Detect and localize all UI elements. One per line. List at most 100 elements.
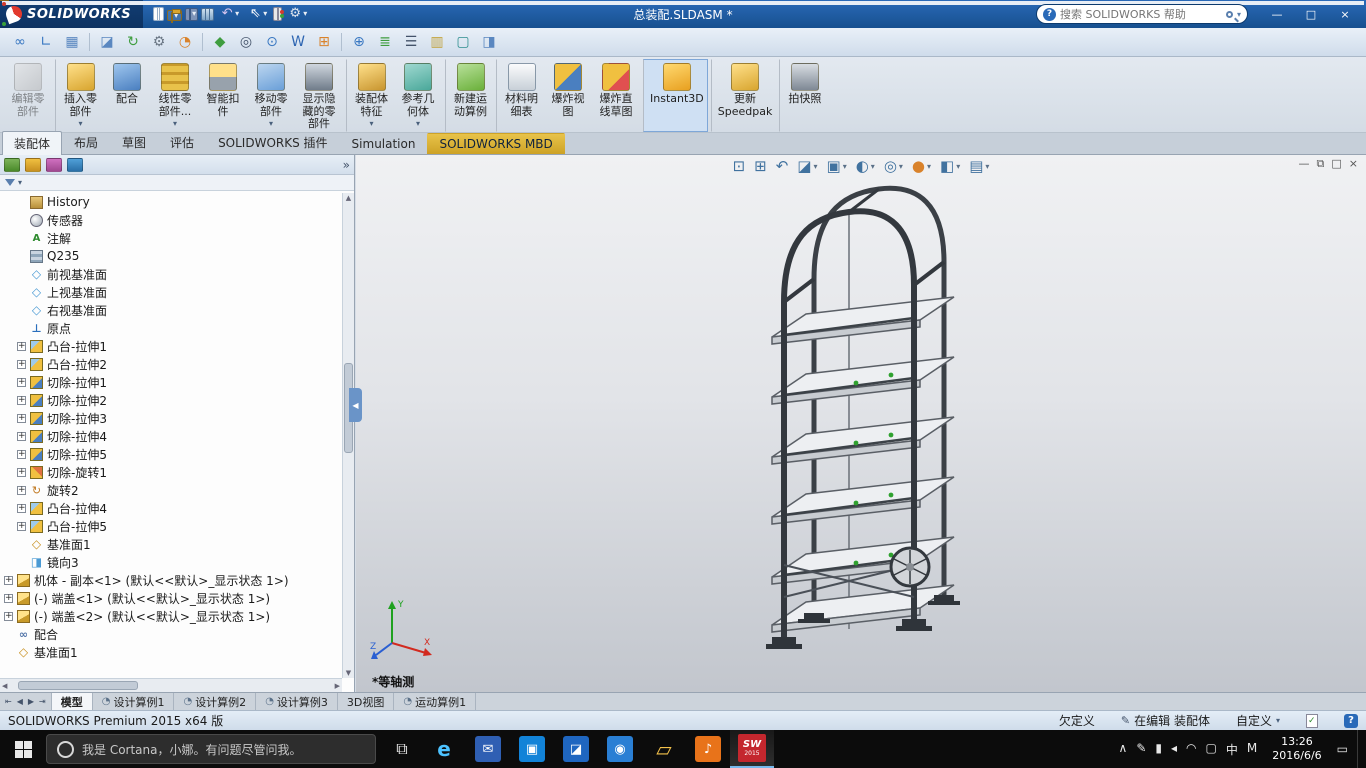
tree-item[interactable]: + 凸台-拉伸5 — [0, 517, 342, 535]
tree-item[interactable]: + 切除-拉伸1 — [0, 373, 342, 391]
taskbar-solidworks-button[interactable]: SW 2015 — [730, 730, 774, 768]
pen-input-icon[interactable]: ✎ — [1136, 741, 1146, 758]
tree-item[interactable]: + 注解 — [0, 229, 342, 247]
mass-properties-icon[interactable]: ▦ — [60, 30, 90, 54]
appearance-icon[interactable]: ◔ — [173, 30, 203, 54]
displaymanager-tab-icon[interactable] — [67, 157, 83, 172]
ribbon-button[interactable]: 线性零 部件... ▾ — [151, 59, 199, 132]
expand-box[interactable]: + — [17, 341, 26, 351]
save-icon[interactable]: ▾ — [185, 7, 199, 21]
scrollbar-thumb[interactable] — [18, 681, 138, 690]
commandmanager-tab[interactable]: 草图 — [110, 130, 158, 154]
scroll-left-icon[interactable]: ◀ — [2, 682, 7, 690]
ribbon-button[interactable]: 显示隐 藏的零 部件 ▾ — [295, 59, 343, 132]
options-icon[interactable]: ⚙ ▾ — [285, 5, 310, 23]
minimize-button[interactable]: — — [1260, 3, 1294, 25]
browser-icon[interactable]: ◉ — [598, 730, 642, 768]
chevron-down-icon[interactable]: ▾ — [1237, 10, 1241, 19]
ribbon-button[interactable]: 参考几 何体 ▾ — [394, 59, 442, 132]
help-search-box[interactable]: ? ▾ — [1036, 4, 1248, 24]
commandmanager-tab[interactable]: SOLIDWORKS MBD — [427, 133, 565, 154]
verification-icon[interactable]: ◆ — [208, 30, 232, 54]
mate-reference-icon[interactable]: ∞ — [8, 30, 32, 54]
task-pane-icon[interactable]: ◨ — [477, 30, 501, 54]
motion-icon[interactable]: ↻ — [121, 30, 145, 54]
tree-vertical-scrollbar[interactable]: ▲ ▼ — [342, 193, 354, 678]
document-tab[interactable]: ◔ 设计算例2 — [174, 693, 257, 710]
new-document-icon[interactable]: ▾ — [153, 7, 165, 21]
ribbon-button[interactable]: Instant3D ▾ — [643, 59, 708, 132]
document-list-icon[interactable]: ≣ — [373, 30, 397, 54]
tray-expand-icon[interactable]: ∧ — [1119, 741, 1128, 758]
taskbar-clock[interactable]: 13:26 2016/6/6 — [1266, 735, 1327, 763]
tree-item[interactable]: + 凸台-拉伸1 — [0, 337, 342, 355]
battery-icon[interactable]: ▮ — [1155, 741, 1162, 758]
document-tab[interactable]: ◔ 模型 — [51, 693, 93, 710]
expand-box[interactable]: + — [17, 431, 26, 441]
tree-item[interactable]: + 右视基准面 — [0, 301, 342, 319]
status-help-icon[interactable]: ? — [1344, 713, 1358, 728]
scroll-up-icon[interactable]: ▲ — [346, 194, 351, 202]
tree-item[interactable]: + 前视基准面 — [0, 265, 342, 283]
tree-item[interactable]: + 切除-拉伸3 — [0, 409, 342, 427]
close-button[interactable]: × — [1328, 3, 1362, 25]
maximize-button[interactable]: □ — [1294, 3, 1328, 25]
expand-box[interactable]: + — [17, 485, 26, 495]
magnifier-icon[interactable]: ⊙ — [260, 30, 284, 54]
filter-funnel-icon[interactable] — [5, 179, 15, 186]
prev-tab-button[interactable]: ◀ — [15, 697, 25, 706]
document-tab[interactable]: ◔ 3D视图 — [338, 693, 395, 710]
print-small-icon[interactable]: ☰ — [399, 30, 423, 54]
tree-item[interactable]: + 镜向3 — [0, 553, 342, 571]
tree-item[interactable]: + 切除-拉伸5 — [0, 445, 342, 463]
commandmanager-tab[interactable]: 装配体 — [2, 131, 63, 155]
expand-box[interactable]: + — [17, 449, 26, 459]
commandmanager-tab[interactable]: 评估 — [158, 130, 206, 154]
commandmanager-tab[interactable]: 布局 — [62, 130, 110, 154]
ribbon-button[interactable]: 智能扣 件 ▾ — [199, 59, 247, 132]
tree-item[interactable]: + (-) 端盖<2> (默认<<默认>_显示状态 1>) — [0, 607, 342, 625]
screen-icon[interactable]: ▢ — [451, 30, 475, 54]
tree-item[interactable]: + 传感器 — [0, 211, 342, 229]
cortana-search-box[interactable]: 我是 Cortana，小娜。有问题尽管问我。 — [46, 734, 376, 764]
viewport-minimize-icon[interactable]: — — [1299, 157, 1310, 171]
show-desktop-button[interactable] — [1357, 730, 1362, 768]
tree-item[interactable]: + 凸台-拉伸4 — [0, 499, 342, 517]
ime-mode-indicator[interactable]: M — [1247, 741, 1257, 758]
panel-expand-button[interactable]: » — [343, 158, 350, 172]
document-tab[interactable]: ◔ 设计算例1 — [93, 693, 175, 710]
expand-box[interactable]: + — [17, 395, 26, 405]
ribbon-button[interactable]: 爆炸视 图 ▾ — [544, 59, 592, 132]
commandmanager-tab[interactable]: Simulation — [340, 133, 428, 154]
ribbon-button[interactable]: 编辑零 部件 ▾ — [4, 59, 52, 132]
tree-item[interactable]: + 凸台-拉伸2 — [0, 355, 342, 373]
section-properties-icon[interactable]: ◪ — [95, 30, 119, 54]
ribbon-button[interactable]: 配合 ▾ — [103, 59, 151, 132]
start-button[interactable] — [0, 730, 46, 768]
tree-item[interactable]: + History — [0, 193, 342, 211]
rebuild-icon[interactable]: ▾ — [273, 7, 285, 21]
network-icon[interactable]: ◠ — [1186, 741, 1196, 758]
display-icon[interactable]: ▢ — [1206, 741, 1217, 758]
ribbon-button[interactable]: 更新 Speedpak ▾ — [710, 59, 777, 132]
graphics-area[interactable]: ⊡ ▾ ⊞ ▾ ↶ ▾ ◪ ▾ — [356, 155, 1366, 692]
visibility-eye-icon[interactable]: ◎ — [234, 30, 258, 54]
expand-box[interactable]: + — [17, 467, 26, 477]
viewport-restore-icon[interactable]: ⧉ — [1317, 157, 1325, 171]
open-document-icon[interactable]: ▾ — [167, 8, 183, 23]
grid-icon[interactable]: ⊞ — [312, 30, 342, 54]
task-view-button[interactable]: ⧉ — [382, 730, 422, 768]
tree-item[interactable]: + 基准面1 — [0, 643, 342, 661]
chart-icon[interactable]: ▥ — [425, 30, 449, 54]
expand-box[interactable]: + — [4, 575, 13, 585]
tree-item[interactable]: + 切除-旋转1 — [0, 463, 342, 481]
options-gear-icon[interactable]: ⚙ — [147, 30, 171, 54]
tree-item[interactable]: + 机体 - 副本<1> (默认<<默认>_显示状态 1>) — [0, 571, 342, 589]
document-tab[interactable]: ◔ 运动算例1 — [394, 693, 477, 710]
select-icon[interactable]: ⇖ ▾ — [245, 5, 270, 23]
file-explorer-icon[interactable]: ▱ — [642, 730, 686, 768]
last-tab-button[interactable]: ⇥ — [37, 697, 48, 706]
toolbox-icon[interactable]: W — [286, 30, 310, 54]
tree-item[interactable]: + 基准面1 — [0, 535, 342, 553]
expand-box[interactable]: + — [17, 377, 26, 387]
